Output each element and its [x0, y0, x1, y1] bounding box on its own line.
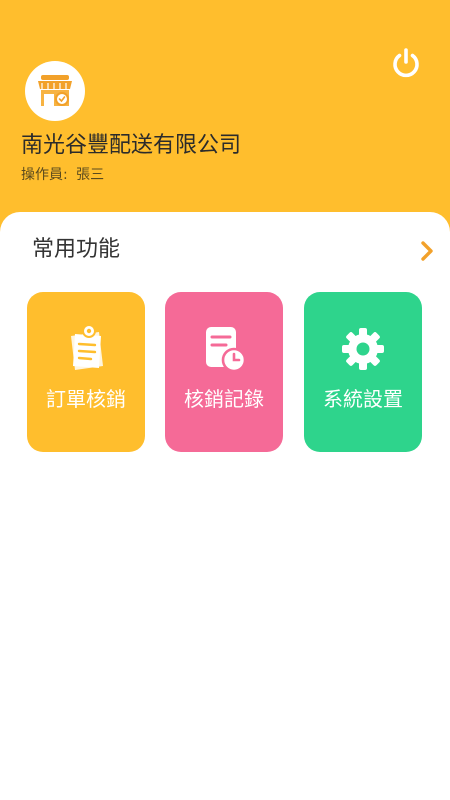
power-icon — [393, 48, 419, 78]
operator-name: 張三 — [76, 167, 105, 183]
operator-label: 操作員: — [21, 167, 68, 183]
system-settings-card[interactable]: 系統設置 — [304, 292, 422, 452]
order-verify-card[interactable]: 訂單核銷 — [27, 292, 145, 452]
header: 南光谷豐配送有限公司 操作員: 張三 — [0, 0, 450, 240]
order-verify-icon — [71, 324, 103, 370]
chevron-right-icon — [421, 241, 433, 261]
main-content: 常用功能 訂單核銷 核銷記錄 系統設置 — [0, 212, 450, 800]
verify-record-label: 核銷記錄 — [184, 387, 264, 411]
gear-icon — [342, 328, 384, 370]
record-clock-icon — [206, 327, 247, 373]
company-name: 南光谷豐配送有限公司 — [21, 133, 242, 158]
avatar — [25, 61, 85, 121]
store-icon — [38, 75, 72, 106]
logout-button[interactable] — [386, 43, 426, 83]
system-settings-label: 系統設置 — [323, 387, 403, 411]
order-verify-label: 訂單核銷 — [46, 387, 126, 411]
more-button[interactable] — [414, 238, 440, 264]
operator-info: 操作員: 張三 — [21, 165, 104, 185]
verify-record-card[interactable]: 核銷記錄 — [165, 292, 283, 452]
section-title: 常用功能 — [32, 237, 121, 262]
